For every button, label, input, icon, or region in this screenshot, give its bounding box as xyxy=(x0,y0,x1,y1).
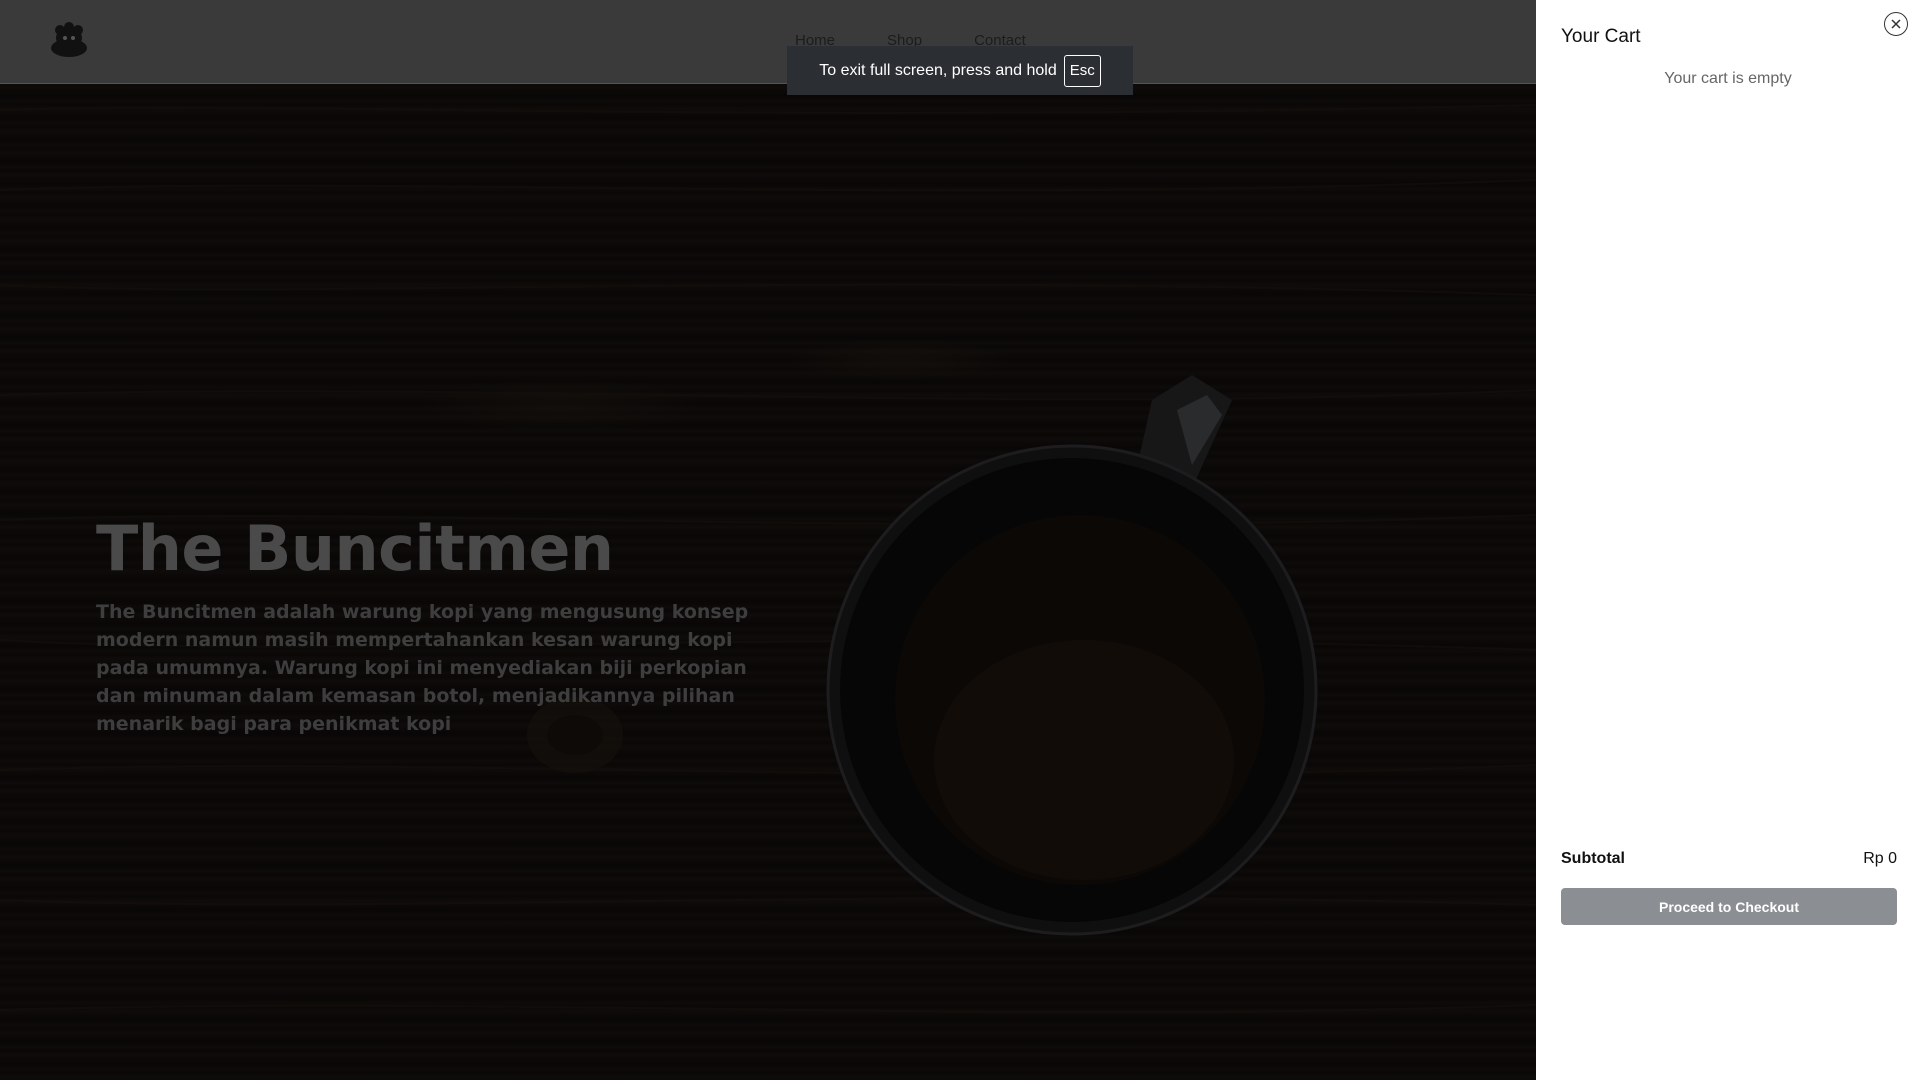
hero-title: The Buncitmen xyxy=(96,512,614,585)
cart-drawer: Your Cart Your cart is empty Subtotal Rp… xyxy=(1536,0,1920,1080)
fullscreen-notice: To exit full screen, press and hold Esc xyxy=(787,46,1133,95)
fullscreen-notice-text: To exit full screen, press and hold xyxy=(819,61,1057,79)
cart-empty-message: Your cart is empty xyxy=(1664,70,1792,87)
esc-key-badge: Esc xyxy=(1063,54,1101,87)
subtotal-row: Subtotal Rp 0 xyxy=(1561,850,1897,868)
navbar: Home Shop Contact xyxy=(0,0,1536,84)
coffee-logo-icon[interactable] xyxy=(48,20,90,60)
close-icon xyxy=(1891,19,1901,29)
hero-description: The Buncitmen adalah warung kopi yang me… xyxy=(96,601,749,735)
subtotal-label: Subtotal xyxy=(1561,850,1625,867)
close-cart-button[interactable] xyxy=(1884,12,1908,36)
cart-title: Your Cart xyxy=(1561,26,1641,47)
checkout-button[interactable]: Proceed to Checkout xyxy=(1561,888,1897,925)
subtotal-value: Rp 0 xyxy=(1863,850,1897,867)
page: Home Shop Contact To exit full screen, p… xyxy=(0,0,1920,1080)
